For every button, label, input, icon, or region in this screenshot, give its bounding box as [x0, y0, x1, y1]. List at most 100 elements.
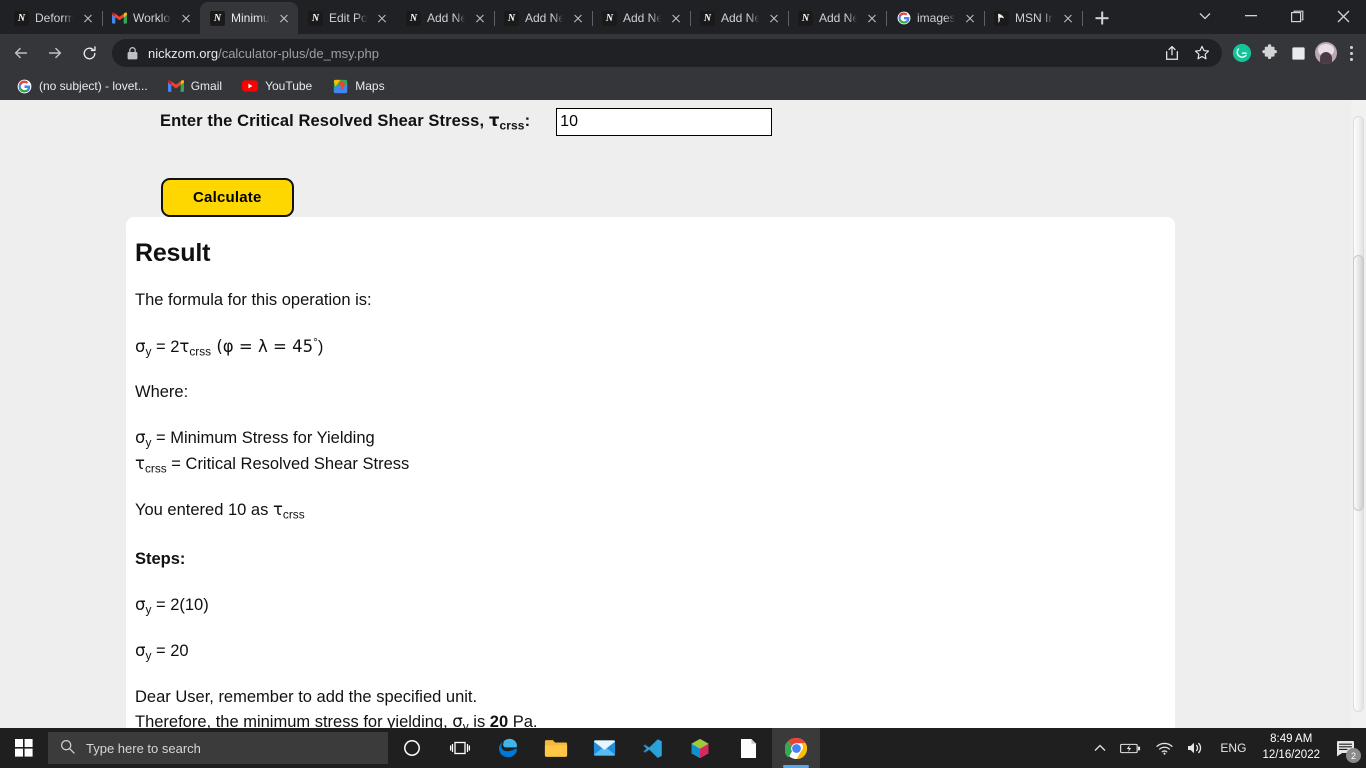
maximize-button[interactable]	[1274, 0, 1320, 32]
taskbar-file-explorer-icon[interactable]	[532, 728, 580, 768]
start-button[interactable]	[0, 728, 48, 768]
nickzom-favicon-icon: N	[798, 10, 813, 26]
close-icon[interactable]	[374, 10, 390, 26]
sigma-symbol: σ	[135, 428, 146, 448]
taskbar-3d-viewer-icon[interactable]	[676, 728, 724, 768]
nickzom-favicon-icon: N	[406, 10, 421, 26]
nickzom-favicon-icon: N	[14, 10, 29, 26]
close-icon[interactable]	[962, 10, 978, 26]
sigma-symbol: σ	[452, 711, 463, 728]
browser-tab-7[interactable]: N Add New	[592, 2, 691, 34]
shear-stress-input[interactable]	[556, 108, 773, 136]
volume-icon[interactable]	[1180, 728, 1212, 768]
close-icon[interactable]	[472, 10, 488, 26]
google-favicon-icon	[896, 11, 911, 26]
tab-title: Minimum Stress for Yielding	[231, 11, 270, 25]
calculate-button[interactable]: Calculate	[161, 178, 294, 217]
taskbar-clock[interactable]: 8:49 AM 12/16/2022	[1254, 732, 1328, 763]
browser-tab-3-active[interactable]: N Minimum Stress for Yielding	[200, 2, 298, 34]
close-icon[interactable]	[276, 10, 292, 26]
scroll-down-arrow[interactable]	[1351, 713, 1366, 728]
gmail-icon	[167, 78, 184, 94]
minimize-button[interactable]	[1228, 0, 1274, 32]
back-button[interactable]	[4, 36, 38, 70]
browser-tab-11[interactable]: MSN India	[984, 2, 1083, 34]
taskbar-chrome-icon[interactable]	[772, 728, 820, 768]
close-icon[interactable]	[1060, 10, 1076, 26]
taskbar-search-box[interactable]: Type here to search	[48, 732, 388, 764]
reload-button[interactable]	[72, 36, 106, 70]
tab-title: MSN India	[1015, 11, 1054, 25]
tab-title: Add New	[427, 11, 466, 25]
avatar[interactable]	[1312, 38, 1340, 68]
close-icon[interactable]	[668, 10, 684, 26]
scrollbar-thumb[interactable]	[1353, 255, 1364, 511]
close-icon[interactable]	[570, 10, 586, 26]
vertical-scrollbar[interactable]	[1351, 100, 1366, 728]
tab-title: Add New	[623, 11, 662, 25]
nickzom-favicon-icon: N	[308, 10, 323, 26]
input-form-row: Enter the Critical Resolved Shear Stress…	[0, 100, 1351, 136]
formula-intro: The formula for this operation is:	[135, 291, 372, 309]
forward-button[interactable]	[38, 36, 72, 70]
tab-strip: N Deformation Workload N Minimum Stress …	[0, 0, 1366, 34]
where-label: Where:	[135, 383, 189, 402]
battery-icon[interactable]	[1113, 728, 1149, 768]
bookmark-item-3[interactable]: Maps	[324, 75, 392, 97]
tab-title: Edit Post	[329, 11, 368, 25]
close-icon[interactable]	[80, 10, 96, 26]
tau-symbol: τ	[272, 500, 283, 520]
taskbar-mail-icon[interactable]	[580, 728, 628, 768]
bookmark-star-icon[interactable]	[1188, 39, 1216, 67]
taskbar-edge-icon[interactable]	[484, 728, 532, 768]
browser-tab-4[interactable]: N Edit Post	[298, 2, 396, 34]
notification-center-icon[interactable]: 2	[1328, 728, 1362, 768]
share-icon[interactable]	[1158, 39, 1186, 67]
browser-tab-6[interactable]: N Add New	[494, 2, 593, 34]
reading-list-square-icon[interactable]	[1284, 38, 1312, 68]
browser-tab-8[interactable]: N Add New	[690, 2, 789, 34]
google-icon	[16, 78, 32, 94]
language-indicator[interactable]: ENG	[1212, 741, 1254, 755]
url-text: nickzom.org/calculator-plus/de_msy.php	[148, 46, 1158, 61]
search-icon	[60, 739, 75, 757]
step-2: σy = 20	[135, 641, 189, 663]
address-bar[interactable]: nickzom.org/calculator-plus/de_msy.php	[112, 39, 1222, 67]
calculator-page: Enter the Critical Resolved Shear Stress…	[0, 100, 1351, 728]
bookmark-item-1[interactable]: Gmail	[160, 75, 230, 97]
nickzom-favicon-icon: N	[504, 10, 519, 26]
sigma-symbol: σ	[135, 594, 146, 614]
clock-date: 12/16/2022	[1262, 749, 1320, 761]
tab-search-chevron-down-icon[interactable]	[1182, 0, 1228, 32]
tab-title: Deformation	[35, 11, 74, 25]
nickzom-favicon-icon: N	[700, 10, 715, 26]
result-card: Result The formula for this operation is…	[126, 217, 1175, 728]
tab-title: Add New	[721, 11, 760, 25]
wifi-icon[interactable]	[1149, 728, 1180, 768]
browser-tab-1[interactable]: N Deformation	[4, 2, 103, 34]
close-window-button[interactable]	[1320, 0, 1366, 32]
close-icon[interactable]	[178, 10, 194, 26]
windows-taskbar: Type here to search ENG 8:49 AM 12/16/20…	[0, 728, 1366, 768]
new-tab-button[interactable]	[1088, 4, 1116, 32]
tau-symbol: τ	[135, 453, 145, 473]
browser-tab-9[interactable]: N Add New	[788, 2, 887, 34]
page-viewport: Enter the Critical Resolved Shear Stress…	[0, 100, 1366, 728]
extensions-puzzle-icon[interactable]	[1256, 38, 1284, 68]
taskbar-notepad-icon[interactable]	[724, 728, 772, 768]
grammarly-extension-icon[interactable]	[1228, 38, 1256, 68]
show-hidden-icons-chevron-up-icon[interactable]	[1087, 728, 1113, 768]
browser-tab-2[interactable]: Workload	[102, 2, 200, 34]
final-answer: 20	[489, 712, 509, 728]
bookmark-item-0[interactable]: (no subject) - lovet...	[8, 75, 156, 97]
chrome-menu-icon[interactable]	[1340, 39, 1362, 67]
taskbar-cortana-icon[interactable]	[388, 728, 436, 768]
browser-tab-5[interactable]: N Add New	[396, 2, 495, 34]
taskbar-vscode-icon[interactable]	[628, 728, 676, 768]
browser-tab-10[interactable]: images	[886, 2, 985, 34]
scroll-up-arrow[interactable]	[1351, 100, 1366, 115]
close-icon[interactable]	[864, 10, 880, 26]
bookmark-item-2[interactable]: YouTube	[234, 75, 320, 97]
taskbar-task-view-icon[interactable]	[436, 728, 484, 768]
close-icon[interactable]	[766, 10, 782, 26]
